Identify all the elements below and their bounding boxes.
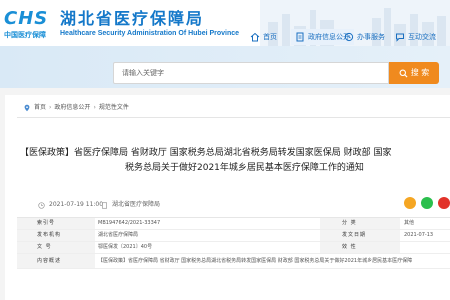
share-qzone-icon[interactable] — [404, 197, 416, 209]
table-value: 鄂医保发〔2021〕40号 — [98, 244, 153, 250]
search-icon — [399, 69, 408, 78]
nav-service[interactable]: 办事服务 — [344, 29, 385, 45]
nav-interact[interactable]: 互动交流 — [395, 29, 436, 45]
table-value: 2021-07-13 — [404, 232, 434, 238]
breadcrumb-regulatory-docs[interactable]: 规范性文件 — [99, 103, 129, 112]
table-row: 文 号 鄂医保发〔2021〕40号 效 性 — [17, 242, 450, 254]
article-title-line-2: 税务总局关于做好2021年城乡居民基本医疗保障工作的通知 — [125, 163, 364, 173]
table-key: 发文日期 — [320, 230, 400, 241]
breadcrumb-separator: › — [49, 104, 52, 111]
logo-subtitle: 中国医疗保障 — [4, 31, 46, 39]
share-weibo-icon[interactable] — [438, 197, 450, 209]
home-icon — [250, 32, 260, 42]
document-icon — [296, 32, 304, 42]
search-button[interactable]: 搜 索 — [389, 62, 439, 84]
publish-date: 2021-07-19 11:00 — [38, 201, 103, 209]
chat-icon — [396, 33, 404, 42]
table-row: 索引号 MB1947642/2021-33347 分 类 其他 — [17, 218, 450, 230]
nav-service-label: 办事服务 — [357, 33, 385, 41]
breadcrumb-separator: › — [93, 104, 96, 111]
nav-home-label: 首页 — [263, 33, 277, 41]
table-key: 发布机构 — [17, 230, 95, 241]
table-key: 效 性 — [320, 242, 400, 253]
site-logo[interactable]: CHS 中国医疗保障 — [4, 8, 54, 40]
share-wechat-icon[interactable] — [421, 197, 433, 209]
search-input[interactable] — [113, 62, 389, 84]
article-title-line-1: 【医保政策】省医疗保障局 省财政厅 国家税务总局湖北省税务局转发国家医保局 财政… — [20, 148, 392, 158]
article-title: 【医保政策】省医疗保障局 省财政厅 国家税务总局湖北省税务局转发国家医保局 财政… — [20, 146, 450, 176]
article-panel: 首页 › 政府信息公开 › 规范性文件 【医保政策】省医疗保障局 省财政厅 国家… — [5, 95, 450, 300]
nav-home[interactable]: 首页 — [250, 29, 277, 45]
breadcrumb-gov-info[interactable]: 政府信息公开 — [54, 103, 90, 112]
breadcrumb: 首页 › 政府信息公开 › 规范性文件 — [5, 103, 450, 112]
document-icon — [102, 201, 107, 209]
search-button-label: 搜 索 — [410, 68, 430, 77]
org-name-cn: 湖北省医疗保障局 — [60, 9, 205, 28]
article-source-value: 湖北省医疗保障局 — [112, 201, 161, 208]
table-key: 文 号 — [17, 242, 95, 253]
share-buttons — [404, 197, 450, 209]
clock-icon — [38, 201, 45, 209]
article-source: 湖北省医疗保障局 — [101, 201, 160, 209]
table-row: 发布机构 湖北省医疗保障局 发文日期 2021-07-13 — [17, 230, 450, 242]
service-icon — [344, 32, 354, 42]
table-key: 分 类 — [320, 218, 400, 229]
table-value: 【医保政策】省医疗保障局 省财政厅 国家税务总局湖北省税务局转发国家医保局 财政… — [98, 258, 413, 264]
document-info-table: 索引号 MB1947642/2021-33347 分 类 其他 发布机构 湖北省… — [17, 217, 450, 269]
divider — [17, 117, 450, 118]
location-icon — [24, 104, 30, 111]
publish-date-value: 2021-07-19 11:00 — [49, 201, 104, 208]
table-key: 索引号 — [17, 218, 95, 229]
table-value: 湖北省医疗保障局 — [98, 232, 139, 238]
table-value: 其他 — [404, 220, 415, 226]
breadcrumb-home[interactable]: 首页 — [34, 103, 46, 112]
table-value: MB1947642/2021-33347 — [98, 220, 161, 226]
nav-interact-label: 互动交流 — [408, 33, 436, 41]
table-row-summary: 内容概述 【医保政策】省医疗保障局 省财政厅 国家税务总局湖北省税务局转发国家医… — [17, 254, 450, 269]
org-name-en: Healthcare Security Administration Of Hu… — [60, 30, 240, 37]
logo-letters: CHS — [4, 8, 49, 29]
table-key: 内容概述 — [17, 254, 95, 268]
